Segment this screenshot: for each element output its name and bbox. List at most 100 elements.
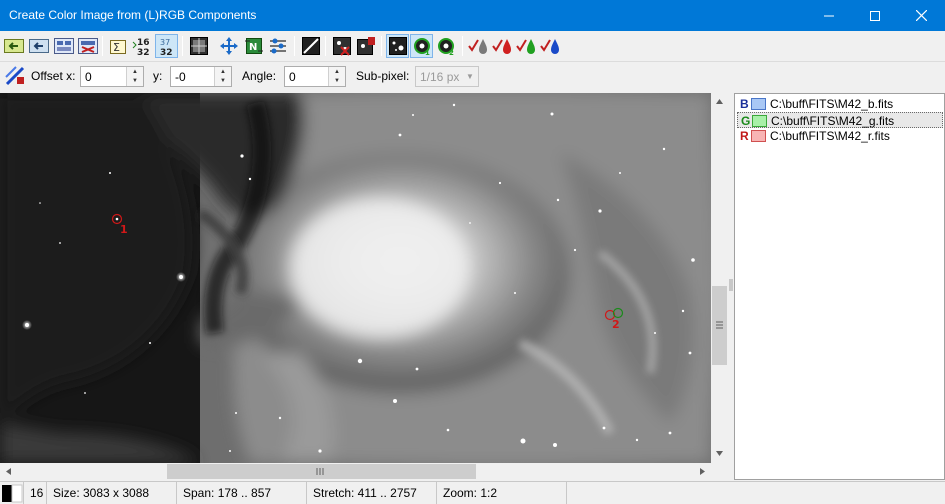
chevron-down-icon[interactable]: ▼ — [462, 67, 478, 86]
maximize-button[interactable] — [852, 0, 898, 31]
channel-row-red[interactable]: R C:\buff\FITS\M42_r.fits — [737, 128, 943, 144]
move-button[interactable] — [217, 34, 240, 58]
status-size: Size: 3083 x 3088 — [47, 482, 177, 504]
title-bar: Create Color Image from (L)RGB Component… — [0, 0, 945, 31]
channel-color-swatch[interactable] — [751, 130, 766, 142]
align-settings-button[interactable] — [266, 34, 289, 58]
check-green-drop-icon — [515, 39, 535, 54]
angle-spinner[interactable]: 0 ▲ ▼ — [284, 66, 346, 87]
star-match-2-button[interactable]: 2 — [434, 34, 457, 58]
image-list-remove-button[interactable] — [76, 34, 99, 58]
status-empty-panel — [567, 482, 945, 504]
spin-down-icon[interactable]: ▼ — [329, 76, 345, 85]
delete-stars-icon — [332, 37, 351, 56]
scrollbar-corner — [711, 463, 728, 480]
subpixel-label: Sub-pixel: — [356, 69, 410, 83]
channel-color-swatch[interactable] — [752, 115, 767, 127]
target-1-icon: 1 — [413, 38, 430, 56]
channel-color-swatch[interactable] — [751, 98, 766, 110]
window-title: Create Color Image from (L)RGB Component… — [9, 8, 257, 22]
spin-up-icon[interactable]: ▲ — [215, 67, 231, 76]
star-select-icon — [388, 37, 407, 55]
subpixel-select[interactable]: 1/16 px ▼ — [415, 66, 479, 87]
channel-letter: R — [740, 129, 749, 143]
channel-row-blue[interactable]: B C:\buff\FITS\M42_b.fits — [737, 96, 943, 112]
sum-button[interactable]: Σ — [107, 34, 130, 58]
bit-32-icon: 3732 — [160, 38, 173, 56]
check-blue-button[interactable] — [539, 34, 562, 58]
angle-arrows[interactable]: ▲ ▼ — [328, 67, 345, 86]
offset-x-arrows[interactable]: ▲ ▼ — [126, 67, 143, 86]
star-count-button[interactable] — [354, 34, 377, 58]
check-green-button[interactable] — [515, 34, 538, 58]
vertical-scrollbar-graphic — [712, 99, 727, 456]
spin-down-icon[interactable]: ▼ — [127, 76, 143, 85]
load-left-button[interactable] — [2, 34, 25, 58]
channel-list[interactable]: B C:\buff\FITS\M42_b.fits G C:\buff\FITS… — [734, 93, 945, 480]
offset-x-label: Offset x: — [31, 69, 76, 83]
spin-up-icon[interactable]: ▲ — [127, 67, 143, 76]
check-blue-drop-icon — [539, 39, 559, 54]
offset-y-spinner[interactable]: -0 ▲ ▼ — [170, 66, 232, 87]
diagonal-button[interactable] — [299, 34, 322, 58]
marker-2-label: 2 — [612, 318, 620, 331]
status-color-indicator — [0, 482, 24, 504]
nebula-image: 1 2 — [0, 93, 711, 463]
back-button[interactable] — [27, 34, 50, 58]
arrow-left-icon — [28, 39, 49, 53]
minimize-button[interactable] — [806, 0, 852, 31]
toolbar-separator — [294, 36, 295, 56]
svg-text:37: 37 — [160, 38, 170, 47]
offset-x-spinner[interactable]: 0 ▲ ▼ — [80, 66, 144, 87]
sum-icon: Σ — [109, 40, 126, 54]
star-count-icon — [356, 37, 375, 55]
sliders-icon — [269, 38, 286, 54]
toolbar-separator — [182, 36, 183, 56]
maximize-icon — [870, 10, 880, 21]
vertical-scrollbar[interactable] — [711, 93, 728, 463]
close-button[interactable] — [898, 0, 944, 31]
offset-y-value: -0 — [175, 70, 186, 84]
stretch-button[interactable] — [187, 34, 210, 58]
minimize-icon — [824, 15, 834, 16]
svg-text:16: 16 — [137, 38, 150, 48]
svg-text:32: 32 — [160, 48, 173, 56]
angle-value: 0 — [289, 70, 296, 84]
toolbar-separator — [325, 36, 326, 56]
svg-text:Σ: Σ — [113, 41, 120, 54]
image-list-remove-icon — [77, 38, 98, 54]
angle-label: Angle: — [242, 69, 277, 83]
channel-letter: B — [740, 97, 749, 111]
move-arrows-icon — [219, 37, 238, 55]
auto-align-button[interactable]: N — [242, 34, 265, 58]
offset-tool-button[interactable] — [3, 64, 26, 88]
marker-1-label: 1 — [120, 223, 128, 236]
star-select-button[interactable] — [386, 34, 409, 58]
subpixel-value: 1/16 px — [420, 70, 460, 84]
delete-stars-button[interactable] — [330, 34, 353, 58]
bit-depth-icon: 1632 — [132, 38, 150, 56]
check-gray-button[interactable] — [467, 34, 490, 58]
status-bar: 16 Size: 3083 x 3088 Span: 178 .. 857 St… — [0, 481, 945, 504]
status-zoom: Zoom: 1:2 — [437, 482, 567, 504]
image-view[interactable]: 1 2 — [0, 93, 711, 463]
status-bits: 16 — [24, 482, 47, 504]
offset-y-arrows[interactable]: ▲ ▼ — [214, 67, 231, 86]
spin-up-icon[interactable]: ▲ — [329, 67, 345, 76]
horizontal-scrollbar[interactable] — [0, 463, 711, 480]
image-list-button[interactable] — [52, 34, 75, 58]
toolbar-separator — [102, 36, 103, 56]
star-match-1-button[interactable]: 1 — [410, 34, 433, 58]
bit-32-button[interactable]: 37 32 — [155, 34, 178, 58]
spin-down-icon[interactable]: ▼ — [215, 76, 231, 85]
diagonal-icon — [301, 37, 320, 55]
options-bar: Offset x: 0 ▲ ▼ y: -0 ▲ ▼ Angle: 0 ▲ ▼ S… — [0, 62, 945, 91]
channel-file-path: C:\buff\FITS\M42_g.fits — [771, 114, 895, 128]
status-stretch: Stretch: 411 .. 2757 — [307, 482, 437, 504]
channel-letter: G — [741, 114, 751, 128]
channel-file-path: C:\buff\FITS\M42_r.fits — [770, 129, 890, 143]
bit-16-32-button[interactable]: 16 32 — [131, 34, 154, 58]
channel-row-green[interactable]: G C:\buff\FITS\M42_g.fits — [737, 112, 943, 128]
status-span: Span: 178 .. 857 — [177, 482, 307, 504]
check-red-button[interactable] — [491, 34, 514, 58]
